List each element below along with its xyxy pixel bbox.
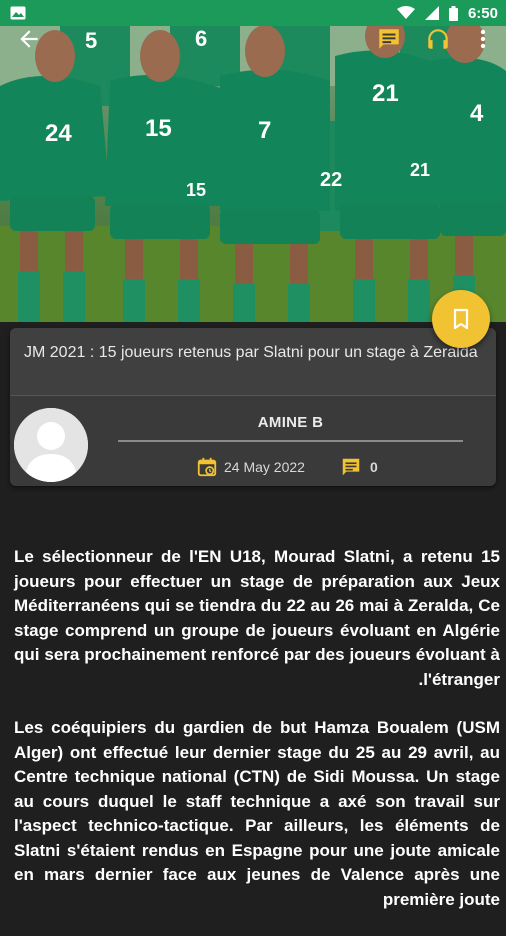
jersey-number: 24 <box>45 120 72 147</box>
battery-icon <box>448 5 458 21</box>
jersey-number: 5 <box>85 28 97 53</box>
author-name: AMINE B <box>257 414 324 431</box>
comment-count-value: 0 <box>370 459 378 475</box>
headphones-icon[interactable] <box>425 26 451 52</box>
jersey-number: 21 <box>372 80 399 107</box>
article-hero-image: 24 15 7 21 4 5 6 22 15 21 <box>0 26 506 322</box>
wifi-icon <box>396 6 415 19</box>
date-text: 24 May 2022 <box>224 459 305 475</box>
back-arrow-icon[interactable] <box>16 26 42 52</box>
publish-date: 24 May 2022 <box>196 456 305 478</box>
status-time: 6:50 <box>467 4 498 22</box>
comment-icon[interactable] <box>376 26 402 52</box>
bookmark-button[interactable] <box>432 290 490 348</box>
jersey-number: 7 <box>258 117 271 144</box>
jersey-number: 15 <box>186 180 206 200</box>
status-bar: 6:50 <box>0 0 506 26</box>
bookmark-icon <box>453 308 469 330</box>
article-body: Le sélectionneur de l'EN U18, Mourad Sla… <box>14 545 500 936</box>
jersey-number: 22 <box>320 169 342 191</box>
signal-icon <box>424 6 439 20</box>
more-vert-icon[interactable] <box>476 26 490 52</box>
article-paragraph: Le sélectionneur de l'EN U18, Mourad Sla… <box>14 547 500 689</box>
article-title: JM 2021 : 15 joueurs retenus par Slatni … <box>10 328 496 396</box>
article-paragraph: Les coéquipiers du gardien de but Hamza … <box>14 718 500 909</box>
jersey-number: 21 <box>410 160 430 180</box>
divider <box>118 440 463 442</box>
calendar-icon <box>197 457 217 477</box>
jersey-number: 4 <box>470 100 484 127</box>
jersey-number: 15 <box>145 115 172 142</box>
jersey-number: 6 <box>195 26 207 51</box>
comment-icon <box>342 458 360 476</box>
comment-count[interactable]: 0 <box>340 456 378 478</box>
person-icon <box>14 408 88 482</box>
article-header-card: JM 2021 : 15 joueurs retenus par Slatni … <box>10 328 496 486</box>
author-avatar[interactable] <box>14 408 88 482</box>
image-icon <box>10 6 26 20</box>
